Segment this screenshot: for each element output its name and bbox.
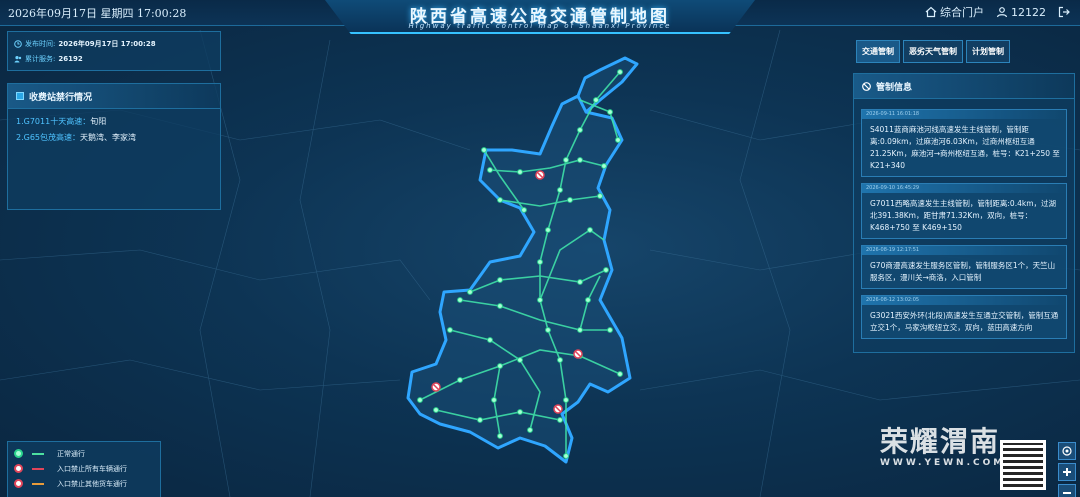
control-type-tabs: 交通管制 恶劣天气管制 计划管制: [856, 40, 1010, 63]
control-text: G3021西安外环(北段)高速发生互通立交管制，管制互通立交1个，马家沟枢纽立交…: [870, 311, 1059, 332]
shaanxi-province-outline: [406, 56, 639, 464]
publish-time-value: 2026年09月17日 17:00:28: [58, 39, 156, 48]
legend-row: 入口禁止其他货车通行: [14, 476, 154, 491]
logout-icon: [1058, 6, 1070, 18]
home-icon: [925, 6, 937, 18]
tab-planned-control[interactable]: 计划管制: [966, 40, 1010, 63]
portal-button[interactable]: 综合门户: [925, 4, 984, 20]
toll-item[interactable]: 1.G7011十天高速：旬阳: [8, 112, 220, 128]
control-panel-title: 管制信息: [876, 82, 913, 93]
toll-stations: 旬阳: [90, 117, 107, 126]
normal-dot-icon: [14, 449, 23, 458]
legend-line: [32, 467, 44, 470]
clock-icon: [14, 39, 22, 48]
zoom-in-button[interactable]: [1058, 463, 1076, 481]
publish-time-key: 发布时间:: [25, 39, 56, 48]
closure-marker-icon: [573, 349, 583, 359]
control-info-panel[interactable]: 管制信息 2026-09-11 16:01:18 S4011蓝商麻池河线高速发生…: [853, 73, 1075, 353]
legend-label: 入口禁止所有车辆通行: [57, 464, 127, 473]
tab-weather-control[interactable]: 恶劣天气管制: [903, 40, 963, 63]
zoom-out-button[interactable]: [1058, 484, 1076, 497]
no-entry-icon: [862, 81, 871, 91]
toll-panel-title: 收费站禁行情况: [29, 92, 93, 103]
service-count-row: 累计服务: 26192: [14, 51, 214, 66]
control-text: S4011蓝商麻池河线高速发生主线管制，管制距离:0.09km，过麻池河6.03…: [870, 125, 1060, 170]
toll-station-panel: 收费站禁行情况 1.G7011十天高速：旬阳 2.G65包茂高速：天鹅湾、李家湾: [7, 83, 221, 210]
locate-icon: [1062, 446, 1072, 456]
control-card[interactable]: 2026-09-11 16:01:18 S4011蓝商麻池河线高速发生主线管制，…: [861, 109, 1067, 177]
control-card[interactable]: 2026-08-12 13:02:05 G3021西安外环(北段)高速发生互通立…: [861, 295, 1067, 339]
top-right-controls: 综合门户 12122: [925, 4, 1070, 20]
watermark: 荣耀渭南 WWW.YEWN.COM: [880, 420, 1005, 468]
control-time: 2026-09-10 16:45:29: [862, 184, 1066, 193]
closed-truck-icon: [14, 479, 23, 488]
toll-road[interactable]: 2.G65包茂高速：: [16, 133, 80, 142]
toll-road[interactable]: 1.G7011十天高速：: [16, 117, 90, 126]
control-text: G70商漫高速发生服务区管制，管制服务区1个，天竺山服务区，漫川关→商洛，入口管…: [870, 261, 1056, 282]
user-button[interactable]: 12122: [996, 6, 1046, 19]
control-time: 2026-09-11 16:01:18: [862, 110, 1066, 119]
closed-all-icon: [14, 464, 23, 473]
closure-marker-icon: [535, 170, 545, 180]
legend-row: 入口禁止所有车辆通行: [14, 461, 154, 476]
toll-stations: 天鹅湾、李家湾: [80, 133, 137, 142]
publish-info-panel: 发布时间: 2026年09月17日 17:00:28 累计服务: 26192: [7, 31, 221, 71]
user-id: 12122: [1011, 5, 1046, 19]
publish-time-row: 发布时间: 2026年09月17日 17:00:28: [14, 36, 214, 51]
user-icon: [996, 7, 1008, 18]
users-icon: [14, 55, 22, 62]
toll-panel-header: 收费站禁行情况: [8, 84, 220, 109]
page-subtitle: Highway traffic control map of Shaanxi P…: [408, 22, 672, 30]
locate-button[interactable]: [1058, 442, 1076, 460]
logout-button[interactable]: [1058, 6, 1070, 18]
toll-item[interactable]: 2.G65包茂高速：天鹅湾、李家湾: [8, 128, 220, 144]
qr-code: [1000, 440, 1046, 490]
watermark-title: 荣耀渭南: [880, 425, 1001, 458]
control-card[interactable]: 2026-09-10 16:45:29 G7011西略高速发生主线管制，管制距离…: [861, 183, 1067, 239]
closure-marker-icon: [431, 382, 441, 392]
minus-icon: [1063, 492, 1071, 494]
current-datetime: 2026年09月17日 星期四 17:00:28: [8, 7, 187, 20]
control-time: 2026-08-19 12:17:51: [862, 246, 1066, 255]
legend-label: 正常通行: [57, 449, 85, 458]
control-panel-header: 管制信息: [854, 74, 1074, 99]
legend-label: 入口禁止其他货车通行: [57, 479, 127, 488]
watermark-url: WWW.YEWN.COM: [880, 458, 1006, 468]
service-count-value: 26192: [58, 54, 83, 63]
closure-marker-icon: [553, 404, 563, 414]
service-count-key: 累计服务:: [25, 54, 56, 63]
legend-row: 正常通行: [14, 446, 154, 461]
legend-line: [32, 452, 44, 455]
map-zoom-controls: [1058, 442, 1076, 497]
map-legend: 正常通行 入口禁止所有车辆通行 入口禁止其他货车通行: [7, 441, 161, 497]
plus-icon: [1063, 468, 1071, 476]
control-text: G7011西略高速发生主线管制，管制距离:0.4km，过湖北391.38Km，距…: [870, 199, 1057, 232]
tab-traffic-control[interactable]: 交通管制: [856, 40, 900, 63]
control-list[interactable]: 2026-09-11 16:01:18 S4011蓝商麻池河线高速发生主线管制，…: [854, 99, 1074, 343]
legend-line: [32, 482, 44, 485]
control-time: 2026-08-12 13:02:05: [862, 296, 1066, 305]
portal-label: 综合门户: [940, 6, 984, 19]
control-card[interactable]: 2026-08-19 12:17:51 G70商漫高速发生服务区管制，管制服务区…: [861, 245, 1067, 289]
panel-marker-icon: [16, 92, 24, 100]
